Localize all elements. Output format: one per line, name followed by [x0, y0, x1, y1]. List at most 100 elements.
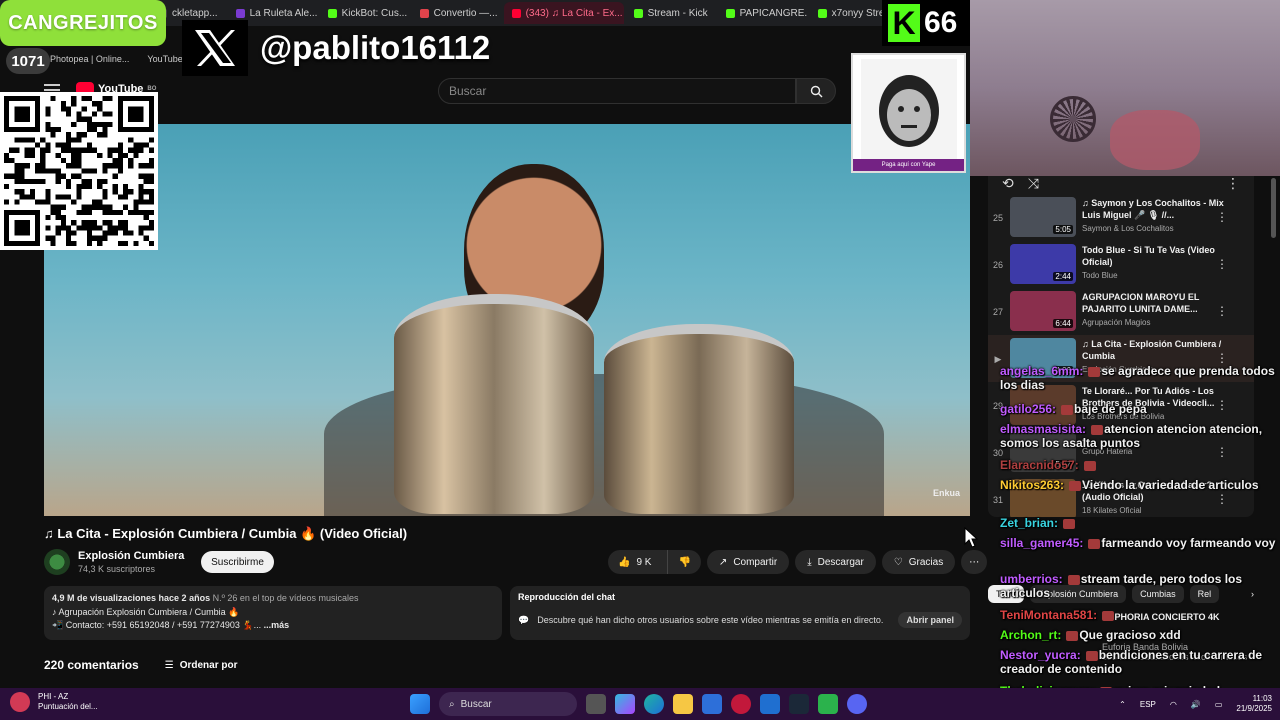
playlist-more-icon[interactable]: ⋮ — [1226, 175, 1240, 192]
chat-username[interactable]: TeniMontana581: — [1000, 608, 1097, 622]
playlist-item[interactable]: 27 6:44 AGRUPACION MAROYU EL PAJARITO LUNI… — [988, 288, 1254, 335]
chat-username[interactable]: Elaracnido57: — [1000, 458, 1079, 472]
system-tray: ⌃ ESP ◠ 🔊 ▭ 11:03 21/9/2025 — [1119, 694, 1272, 714]
more-vert-icon[interactable]: ⋮ — [1216, 257, 1228, 271]
tray-chevron-icon[interactable]: ⌃ — [1119, 700, 1126, 709]
more-vert-icon[interactable]: ⋮ — [1216, 351, 1228, 365]
battery-icon[interactable]: ▭ — [1215, 700, 1223, 709]
show-more-link[interactable]: ...más — [264, 620, 290, 630]
tab-favicon-icon — [327, 8, 337, 18]
chat-username[interactable]: Archon_rt: — [1000, 628, 1061, 642]
playlist-thumbnail: 6:44 — [1010, 291, 1076, 331]
video-frame-bongo-right — [604, 324, 794, 514]
emote-icon — [1088, 366, 1101, 377]
chat-username[interactable]: gatilo256: — [1000, 402, 1056, 416]
bookmark-photopea[interactable]: Photopea | Online... — [50, 54, 129, 64]
chat-message: Nikitos263: Viendo la variedad de articul… — [1000, 478, 1280, 492]
description-box[interactable]: 4,9 M de visualizaciones hace 2 años N.º… — [44, 586, 502, 640]
open-chat-panel-button[interactable]: Abrir panel — [898, 612, 962, 628]
playlist-item-title: ♫ La Cita - Explosión Cumbiera / Cumbia — [1082, 339, 1222, 361]
x-handle-text: @pablito16112 — [260, 29, 491, 66]
edge-icon[interactable] — [644, 694, 664, 714]
viewer-count-badge: 1071 — [6, 48, 50, 74]
taskbar-now-playing[interactable]: PHI - AZ Puntuación del... — [10, 692, 98, 712]
more-actions-button[interactable]: ⋯ — [961, 550, 988, 574]
taskbar-apps: ⌕ Buscar — [410, 692, 867, 716]
chat-username[interactable]: Nikitos263: — [1000, 478, 1064, 492]
task-view-icon[interactable] — [586, 694, 606, 714]
opera-icon[interactable] — [731, 694, 751, 714]
tab-favicon-icon — [817, 8, 827, 18]
brand-badge: CANGREJITOS — [0, 0, 166, 46]
bookmark-youtube[interactable]: YouTube — [147, 54, 182, 64]
chat-message: Nestor_yucra: bendiciones en tu carrera d… — [1000, 648, 1280, 676]
screen: ckletapp... La Ruleta Ale... KickBot: Cus.… — [0, 0, 1280, 720]
discord-icon[interactable] — [847, 694, 867, 714]
chat-username[interactable]: elmasmasisita: — [1000, 422, 1086, 436]
xbox-icon[interactable] — [818, 694, 838, 714]
heart-dollar-icon: ♡ — [893, 556, 903, 568]
x-handle-overlay: @pablito16112 — [182, 20, 490, 76]
file-explorer-icon[interactable] — [673, 694, 693, 714]
loop-icon[interactable]: ⟲ — [1002, 175, 1014, 192]
search-button[interactable] — [796, 78, 836, 104]
taskbar-search[interactable]: ⌕ Buscar — [439, 692, 577, 716]
clock[interactable]: 11:03 21/9/2025 — [1236, 694, 1272, 714]
thanks-button[interactable]: ♡ Gracias — [881, 550, 956, 574]
chat-message: gatilo256: baje de pepa — [1000, 402, 1280, 416]
chat-username[interactable]: silla_gamer45: — [1000, 536, 1083, 550]
more-vert-icon[interactable]: ⋮ — [1216, 210, 1228, 224]
playlist-item[interactable]: 25 5:05 ♫ Saymon y Los Cochalitos - Mix Lu… — [988, 194, 1254, 241]
shuffle-icon[interactable]: ⤨ — [1028, 175, 1039, 192]
webcam-fan — [1050, 96, 1096, 142]
more-vert-icon[interactable]: ⋮ — [1216, 304, 1228, 318]
playlist-item-title: Todo Blue - Si Tu Te Vas (Video Oficial) — [1082, 245, 1215, 267]
video-player[interactable]: Enkua — [44, 124, 970, 516]
volume-icon[interactable]: 🔊 — [1191, 700, 1201, 709]
page-scrollbar[interactable] — [1271, 178, 1276, 238]
thumbs-up-icon: 👍 — [618, 556, 631, 568]
chat-username[interactable]: angelas_6mm: — [1000, 364, 1083, 378]
portrait-qr-image — [861, 59, 957, 159]
browser-tab[interactable]: (343) ♫ La Cita - Ex... — [503, 2, 624, 24]
browser-tab[interactable]: PAPICANGRE... — [718, 2, 808, 24]
outlook-icon[interactable] — [760, 694, 780, 714]
wifi-icon[interactable]: ◠ — [1170, 700, 1177, 709]
playlist-index: 25 — [992, 213, 1003, 223]
playlist-item[interactable]: 26 2:44 Todo Blue - Si Tu Te Vas (Video Of… — [988, 241, 1254, 288]
chat-message: elmasmasisita: atencion atencion atencion… — [1000, 422, 1280, 450]
qr-code — [0, 92, 158, 250]
steam-icon[interactable] — [789, 694, 809, 714]
windows-start-icon[interactable] — [410, 694, 430, 714]
chat-text: Viendo la variedad de articulos — [1082, 478, 1259, 492]
sort-comments-button[interactable]: ☰ Ordenar por — [165, 660, 238, 671]
chat-text: Que gracioso xdd — [1079, 628, 1181, 642]
chat-username[interactable]: Nestor_yucra: — [1000, 648, 1081, 662]
like-button[interactable]: 👍 9 K — [608, 550, 661, 574]
kick-follower-badge: K 66 — [882, 0, 972, 46]
channel-subscribers: 74,3 K suscriptores — [78, 564, 156, 574]
channel-avatar[interactable] — [44, 549, 70, 575]
dislike-button[interactable]: 👎 — [667, 550, 700, 574]
download-button[interactable]: ⤓ Descargar — [795, 550, 876, 574]
playlist-index: 27 — [992, 307, 1003, 317]
yape-payment-card: Paga aquí con Yape — [851, 53, 966, 173]
chat-message: Elaracnido57: — [1000, 458, 1280, 472]
chat-message: Archon_rt: Que gracioso xdd — [1000, 628, 1280, 642]
store-icon[interactable] — [702, 694, 722, 714]
subscribe-button[interactable]: Suscribirme — [201, 551, 274, 573]
browser-tab[interactable]: Stream - Kick — [626, 2, 716, 24]
search-input[interactable]: Buscar — [438, 78, 796, 104]
channel-info: Explosión Cumbiera 74,3 K suscriptores — [44, 549, 184, 575]
channel-name[interactable]: Explosión Cumbiera — [78, 550, 184, 562]
chat-username[interactable]: Zet_brian: — [1000, 516, 1058, 530]
more-vert-icon[interactable]: ⋮ — [1216, 492, 1228, 506]
chat-message: umberrios: stream tarde, pero todos los a… — [1000, 572, 1280, 600]
chat-text: farmeando voy farmeando voy — [1101, 536, 1276, 550]
copilot-icon[interactable] — [615, 694, 635, 714]
chat-username[interactable]: umberrios: — [1000, 572, 1063, 586]
chat-replay-box: Reproducción del chat 💬 Descubre qué han… — [510, 586, 970, 640]
language-indicator[interactable]: ESP — [1140, 700, 1156, 709]
playlist-item-channel: Agrupación Magios — [1082, 318, 1151, 327]
share-button[interactable]: ↗ Compartir — [706, 550, 790, 574]
